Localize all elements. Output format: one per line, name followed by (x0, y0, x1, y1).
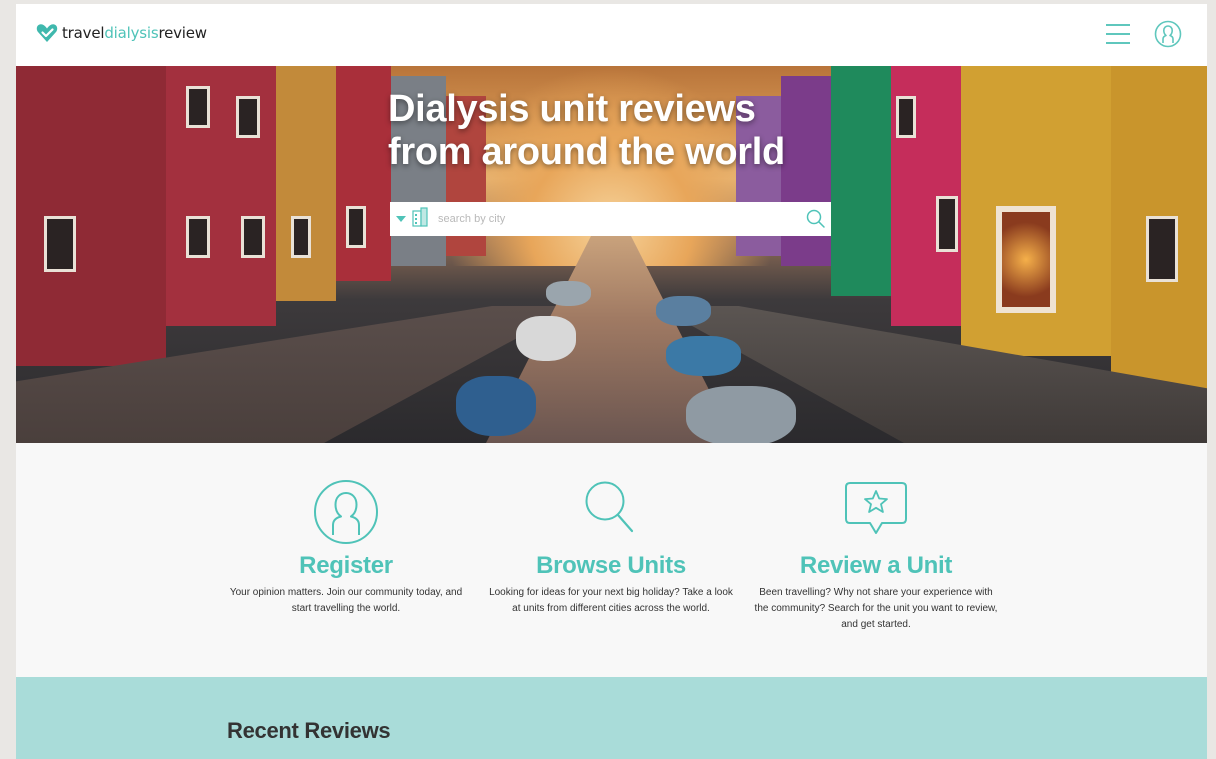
hero-boat (656, 296, 711, 326)
hero-window (186, 86, 210, 128)
page: traveldialysisreview Dialysis unit revie… (16, 4, 1207, 759)
hero-banner: Dialysis unit reviews from around the wo… (16, 66, 1207, 443)
hero-window (1146, 216, 1178, 282)
hero-building (16, 66, 166, 366)
recent-reviews-heading: Recent Reviews (227, 718, 391, 743)
user-circle-icon (221, 479, 471, 551)
feature-review-unit[interactable]: Review a Unit Been travelling? Why not s… (751, 479, 1001, 633)
hero-window (44, 216, 76, 272)
hero-lit-window (996, 206, 1056, 313)
recent-reviews-section: Recent Reviews (16, 677, 1207, 759)
site-logo[interactable]: traveldialysisreview (36, 22, 207, 44)
logo-word-review: review (158, 24, 207, 42)
hero-building (276, 66, 336, 301)
search-dropdown-caret-icon[interactable] (396, 216, 406, 222)
hero-boat (546, 281, 591, 306)
features-section: Register Your opinion matters. Join our … (16, 443, 1207, 677)
hero-window (236, 96, 260, 138)
hero-title: Dialysis unit reviews from around the wo… (388, 88, 785, 173)
logo-word-travel: travel (62, 24, 105, 42)
feature-description: Looking for ideas for your next big holi… (489, 587, 733, 614)
feature-title: Review a Unit (799, 552, 953, 579)
user-circle-icon[interactable] (1154, 20, 1182, 48)
logo-text: traveldialysisreview (62, 24, 207, 42)
hero-window (186, 216, 210, 258)
logo-word-dialysis: dialysis (104, 24, 159, 42)
site-header: traveldialysisreview (16, 4, 1207, 66)
hero-boat (666, 336, 741, 376)
feature-browse-units[interactable]: Browse Units Looking for ideas for your … (486, 479, 736, 617)
feature-register[interactable]: Register Your opinion matters. Join our … (221, 479, 471, 617)
hero-window (291, 216, 311, 258)
hamburger-icon[interactable] (1106, 24, 1130, 44)
hero-boat (456, 376, 536, 436)
search-icon (486, 479, 736, 551)
hero-boat (686, 386, 796, 443)
search-input[interactable] (436, 203, 801, 235)
star-speech-bubble-icon (751, 479, 1001, 551)
heart-check-logo-icon (36, 22, 58, 44)
building-icon (412, 206, 428, 232)
feature-description: Been travelling? Why not share your expe… (754, 587, 998, 630)
search-icon[interactable] (801, 204, 831, 234)
hero-window (936, 196, 958, 252)
feature-title: Register (299, 552, 393, 579)
hero-window (896, 96, 916, 138)
feature-description: Your opinion matters. Join our community… (229, 587, 463, 614)
hero-boat (516, 316, 576, 361)
hero-building (336, 66, 391, 281)
hero-window (346, 206, 366, 248)
city-search-box (390, 202, 831, 236)
hero-window (241, 216, 265, 258)
feature-title: Browse Units (536, 552, 686, 579)
